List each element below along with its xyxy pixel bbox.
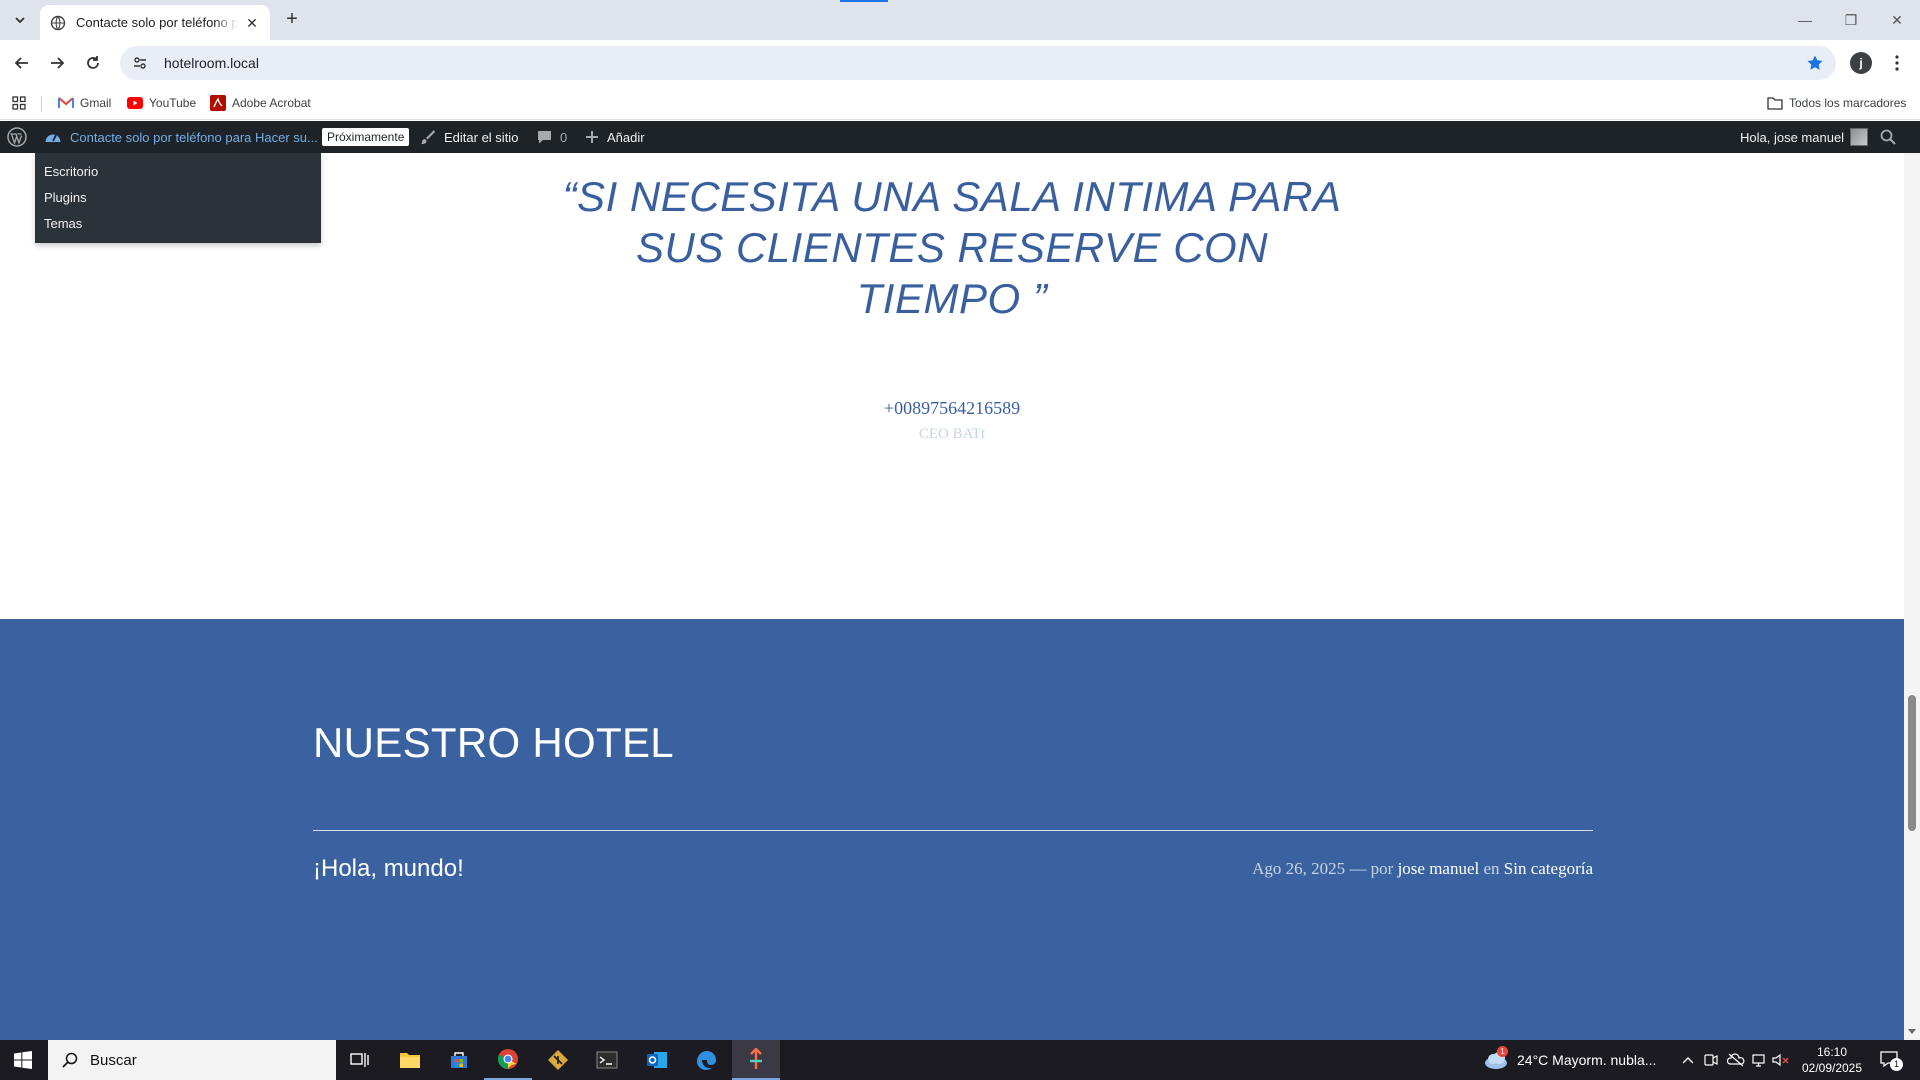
folder-icon <box>1767 96 1783 110</box>
chrome-icon[interactable] <box>484 1040 532 1080</box>
tab-title: Contacte solo por teléfono para Hacer su… <box>76 15 238 30</box>
post-category-link[interactable]: Sin categoría <box>1504 859 1593 878</box>
browser-tab-active[interactable]: Contacte solo por teléfono para Hacer su… <box>40 5 270 40</box>
scroll-down-arrow-icon[interactable] <box>1908 1029 1916 1034</box>
weather-widget[interactable]: 1 24°C Mayorm. nubla... <box>1483 1040 1656 1080</box>
quote-citation: CEO BATt <box>918 426 986 442</box>
post-title-link[interactable]: ¡Hola, mundo! <box>313 855 464 883</box>
action-center[interactable]: 1 <box>1880 1040 1903 1080</box>
network-icon[interactable] <box>1752 1040 1768 1080</box>
clock-date: 02/09/2025 <box>1801 1061 1863 1075</box>
site-name-menu[interactable]: Contacte solo por teléfono para Hacer su… <box>44 121 318 153</box>
meta-in: en <box>1483 859 1500 878</box>
terminal-icon[interactable] <box>583 1040 631 1080</box>
section-divider <box>313 830 1593 831</box>
avatar <box>1850 128 1869 146</box>
back-icon[interactable] <box>9 50 35 76</box>
page-viewport: “SI NECESITA UNA SALA INTIMA PARA SUS CL… <box>0 153 1904 1040</box>
minimize-icon[interactable]: — <box>1782 0 1828 40</box>
system-clock[interactable]: 16:10 02/09/2025 <box>1792 1044 1872 1076</box>
post-date[interactable]: Ago 26, 2025 <box>1252 859 1345 878</box>
git-app-icon[interactable] <box>534 1040 582 1080</box>
address-bar[interactable]: hotelroom.local <box>120 46 1836 80</box>
dropdown-item-plugins[interactable]: Plugins <box>35 185 321 211</box>
taskbar-search[interactable]: Buscar <box>48 1040 336 1080</box>
clock-time: 16:10 <box>1816 1045 1848 1059</box>
bookmark-gmail[interactable]: Gmail <box>58 94 111 112</box>
microsoft-store-icon[interactable] <box>435 1040 483 1080</box>
outlook-icon[interactable] <box>633 1040 681 1080</box>
bookmark-star-icon[interactable] <box>1806 54 1824 72</box>
section-title: NUESTRO HOTEL <box>313 719 674 766</box>
bookmarks-bar: Gmail YouTube Adobe Acrobat Todos los ma… <box>0 86 1920 120</box>
tab-search-chevron-icon[interactable] <box>8 8 32 32</box>
meet-now-icon[interactable] <box>1704 1040 1718 1080</box>
post-author-link[interactable]: jose manuel <box>1398 859 1480 878</box>
browser-tabstrip: Contacte solo por teléfono para Hacer su… <box>0 0 1920 40</box>
plus-icon <box>586 131 598 143</box>
wp-admin-bar: Contacte solo por teléfono para Hacer su… <box>0 121 1920 153</box>
hotel-section: NUESTRO HOTEL ¡Hola, mundo! Ago 26, 2025… <box>0 619 1904 1040</box>
close-tab-icon[interactable]: ✕ <box>244 15 260 31</box>
windows-taskbar: Buscar 1 24°C Mayorm. nubla... 16:10 02/… <box>0 1040 1920 1080</box>
search-icon <box>62 1052 78 1068</box>
windows-start-icon[interactable] <box>0 1040 46 1080</box>
file-explorer-icon[interactable] <box>386 1040 434 1080</box>
close-window-icon[interactable]: ✕ <box>1874 0 1920 40</box>
new-tab-button[interactable]: + <box>280 8 304 32</box>
bookmarks-divider <box>41 96 42 112</box>
page-scrollbar[interactable] <box>1904 121 1920 1040</box>
contact-phone: +00897564216589 <box>883 398 1021 418</box>
user-greeting: Hola, jose manuel <box>1740 129 1845 145</box>
restore-icon[interactable]: ❐ <box>1828 0 1874 40</box>
reload-icon[interactable] <box>80 50 106 76</box>
task-view-icon[interactable] <box>336 1040 384 1080</box>
acrobat-icon <box>210 95 226 111</box>
bookmark-youtube[interactable]: YouTube <box>127 94 196 112</box>
site-name-dropdown: Escritorio Plugins Temas <box>35 153 321 243</box>
brush-icon <box>421 130 435 145</box>
tab-loading-indicator <box>840 0 888 2</box>
onedrive-offline-icon[interactable] <box>1727 1040 1745 1080</box>
notification-count: 1 <box>1890 1058 1903 1071</box>
scroll-thumb[interactable] <box>1908 695 1916 831</box>
bookmark-adobe-acrobat[interactable]: Adobe Acrobat <box>210 94 311 112</box>
url-text: hotelroom.local <box>164 55 259 71</box>
add-new-menu[interactable]: Añadir <box>585 121 645 153</box>
forward-icon[interactable] <box>44 50 70 76</box>
local-app-icon[interactable] <box>732 1040 780 1080</box>
browser-toolbar: hotelroom.local j <box>0 40 1920 86</box>
user-account-menu[interactable]: Hola, jose manuel <box>1740 121 1869 153</box>
chevron-up-icon[interactable] <box>1682 1040 1694 1080</box>
meta-by: por <box>1370 859 1394 878</box>
edge-like-browser-icon[interactable] <box>682 1040 730 1080</box>
profile-avatar[interactable]: j <box>1850 52 1872 74</box>
weather-alert-badge: 1 <box>1497 1046 1508 1057</box>
wordpress-logo-icon[interactable] <box>7 121 27 153</box>
meta-dash: — <box>1349 859 1367 878</box>
cloudy-weather-icon: 1 <box>1483 1046 1509 1070</box>
volume-muted-icon[interactable] <box>1772 1040 1790 1080</box>
edit-site-link[interactable]: Editar el sitio <box>420 121 518 153</box>
dropdown-item-temas[interactable]: Temas <box>35 211 321 237</box>
comments-link[interactable]: 0 <box>537 121 567 153</box>
dropdown-item-escritorio[interactable]: Escritorio <box>35 159 321 185</box>
apps-grid-icon[interactable] <box>12 94 26 112</box>
notification-icon: 1 <box>1880 1051 1903 1071</box>
site-name-label: Contacte solo por teléfono para Hacer su… <box>70 129 318 145</box>
gmail-icon <box>58 97 74 108</box>
youtube-icon <box>127 97 143 109</box>
site-info-icon[interactable] <box>130 53 150 73</box>
globe-icon <box>50 15 66 30</box>
coming-soon-badge[interactable]: Próximamente <box>322 121 410 153</box>
comment-bubble-icon <box>538 130 551 143</box>
kebab-menu-icon[interactable] <box>1886 52 1908 74</box>
all-bookmarks-folder[interactable]: Todos los marcadores <box>1767 94 1906 112</box>
testimonial-quote: “SI NECESITA UNA SALA INTIMA PARA SUS CL… <box>562 173 1342 322</box>
post-meta: Ago 26, 2025 — por jose manuel en Sin ca… <box>1252 859 1593 879</box>
search-icon[interactable] <box>1880 121 1896 153</box>
dashboard-gauge-icon <box>45 134 61 142</box>
